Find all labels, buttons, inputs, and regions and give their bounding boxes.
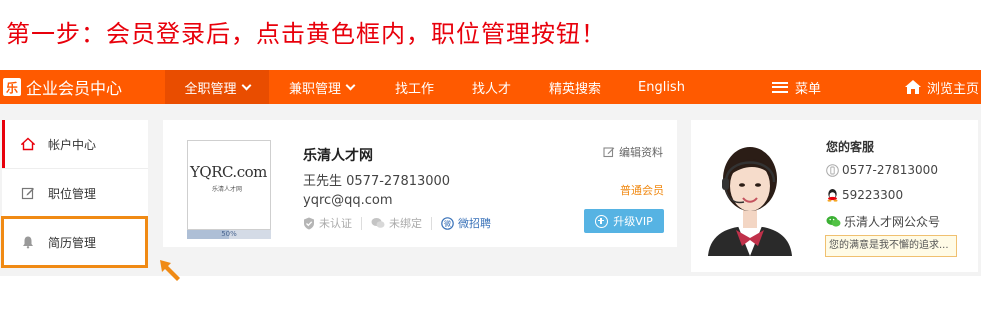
chevron-down-icon (345, 80, 356, 90)
member-level-badge: 普通会员 (620, 184, 664, 197)
phone-number: 0577-27813000 (842, 163, 938, 177)
brand-logo: 乐 (3, 78, 21, 96)
nav-fulltime-management[interactable]: 全职管理 (165, 70, 269, 104)
top-nav-bar: 乐 企业会员中心 全职管理 兼职管理 找工作 找人才 精英搜索 English … (0, 70, 981, 104)
plus-circle-icon (595, 214, 609, 228)
wechat-account: 乐清人才网公众号 (844, 215, 941, 229)
divider (361, 216, 362, 230)
sidebar-item-job-management[interactable]: 职位管理 (2, 169, 148, 217)
svg-text:微: 微 (444, 219, 451, 228)
brand[interactable]: 乐 企业会员中心 (0, 70, 122, 104)
company-name: 乐清人才网 (303, 148, 373, 164)
nav-menu[interactable]: 菜单 (772, 70, 821, 104)
wechat-bind-status[interactable]: 未绑定 (371, 215, 422, 231)
shield-check-icon (303, 217, 315, 230)
company-logo[interactable]: YQRC.com 乐清人才网 (187, 140, 271, 230)
nav-find-talent[interactable]: 找人才 (472, 70, 511, 104)
qq-icon (826, 188, 839, 202)
wechat-bind-label: 未绑定 (389, 217, 422, 230)
service-wechat[interactable]: 乐清人才网公众号 (826, 213, 940, 230)
instruction-text: 第一步：会员登录后，点击黄色框内，职位管理按钮！ (6, 20, 606, 48)
nav-parttime-management[interactable]: 兼职管理 (289, 70, 356, 104)
nav-label: 精英搜索 (549, 81, 602, 97)
profile-completion-bar: 50% (187, 230, 271, 239)
micro-recruit-icon: 微 (441, 216, 454, 230)
chevron-down-icon (241, 80, 251, 90)
arrow-pointer-icon (160, 260, 180, 281)
wechat-icon (826, 215, 841, 228)
service-qq[interactable]: 59223300 (826, 188, 903, 202)
divider (431, 216, 432, 230)
home-icon (904, 79, 922, 95)
logo-subtext: 乐清人才网 (212, 186, 243, 193)
edit-profile-link[interactable]: 编辑资料 (603, 144, 663, 160)
edit-icon (20, 185, 36, 201)
edit-profile-label: 编辑资料 (619, 146, 663, 159)
upgrade-label: 升级VIP (613, 215, 653, 228)
nav-label: 找人才 (472, 81, 512, 97)
micro-recruit-label: 微招聘 (458, 217, 491, 230)
sidebar-item-account-center[interactable]: 帐户中心 (2, 120, 148, 168)
phone-icon (826, 163, 839, 177)
service-motto: 您的满意是我不懈的追求... (825, 235, 957, 257)
brand-name: 企业会员中心 (26, 79, 123, 98)
email: yqrc@qq.com (303, 193, 393, 208)
nav-label: 全职管理 (184, 81, 237, 97)
highlight-box (1, 216, 148, 268)
nav-label: 菜单 (795, 81, 822, 97)
contact-info: 王先生 0577-27813000 (303, 174, 451, 189)
customer-service-title: 您的客服 (826, 140, 875, 154)
nav-english[interactable]: English (638, 70, 685, 104)
nav-browse-homepage[interactable]: 浏览主页 (904, 70, 979, 104)
logo-text: YQRC.com (190, 163, 267, 181)
qq-number: 59223300 (842, 188, 904, 202)
nav-elite-search[interactable]: 精英搜索 (549, 70, 601, 104)
service-phone: 0577-27813000 (826, 163, 938, 177)
verify-label: 未认证 (319, 217, 352, 230)
verification-row: 未认证 未绑定 微 微招聘 (303, 214, 491, 232)
home-icon (20, 136, 36, 152)
upgrade-vip-button[interactable]: 升级VIP (584, 209, 664, 233)
sidebar-item-label: 帐户中心 (48, 137, 97, 152)
verify-status[interactable]: 未认证 (303, 215, 352, 231)
menu-icon (772, 81, 788, 93)
nav-label: 兼职管理 (289, 81, 342, 97)
nav-find-job[interactable]: 找工作 (395, 70, 434, 104)
wechat-icon (371, 217, 385, 229)
sidebar-item-label: 职位管理 (48, 186, 97, 201)
customer-service-photo (698, 134, 802, 256)
nav-label: English (638, 79, 685, 95)
nav-label: 找工作 (395, 81, 435, 97)
nav-label: 浏览主页 (927, 81, 980, 97)
edit-icon (603, 146, 615, 158)
progress-label: 50% (221, 230, 237, 238)
micro-recruit-link[interactable]: 微 微招聘 (441, 215, 491, 231)
